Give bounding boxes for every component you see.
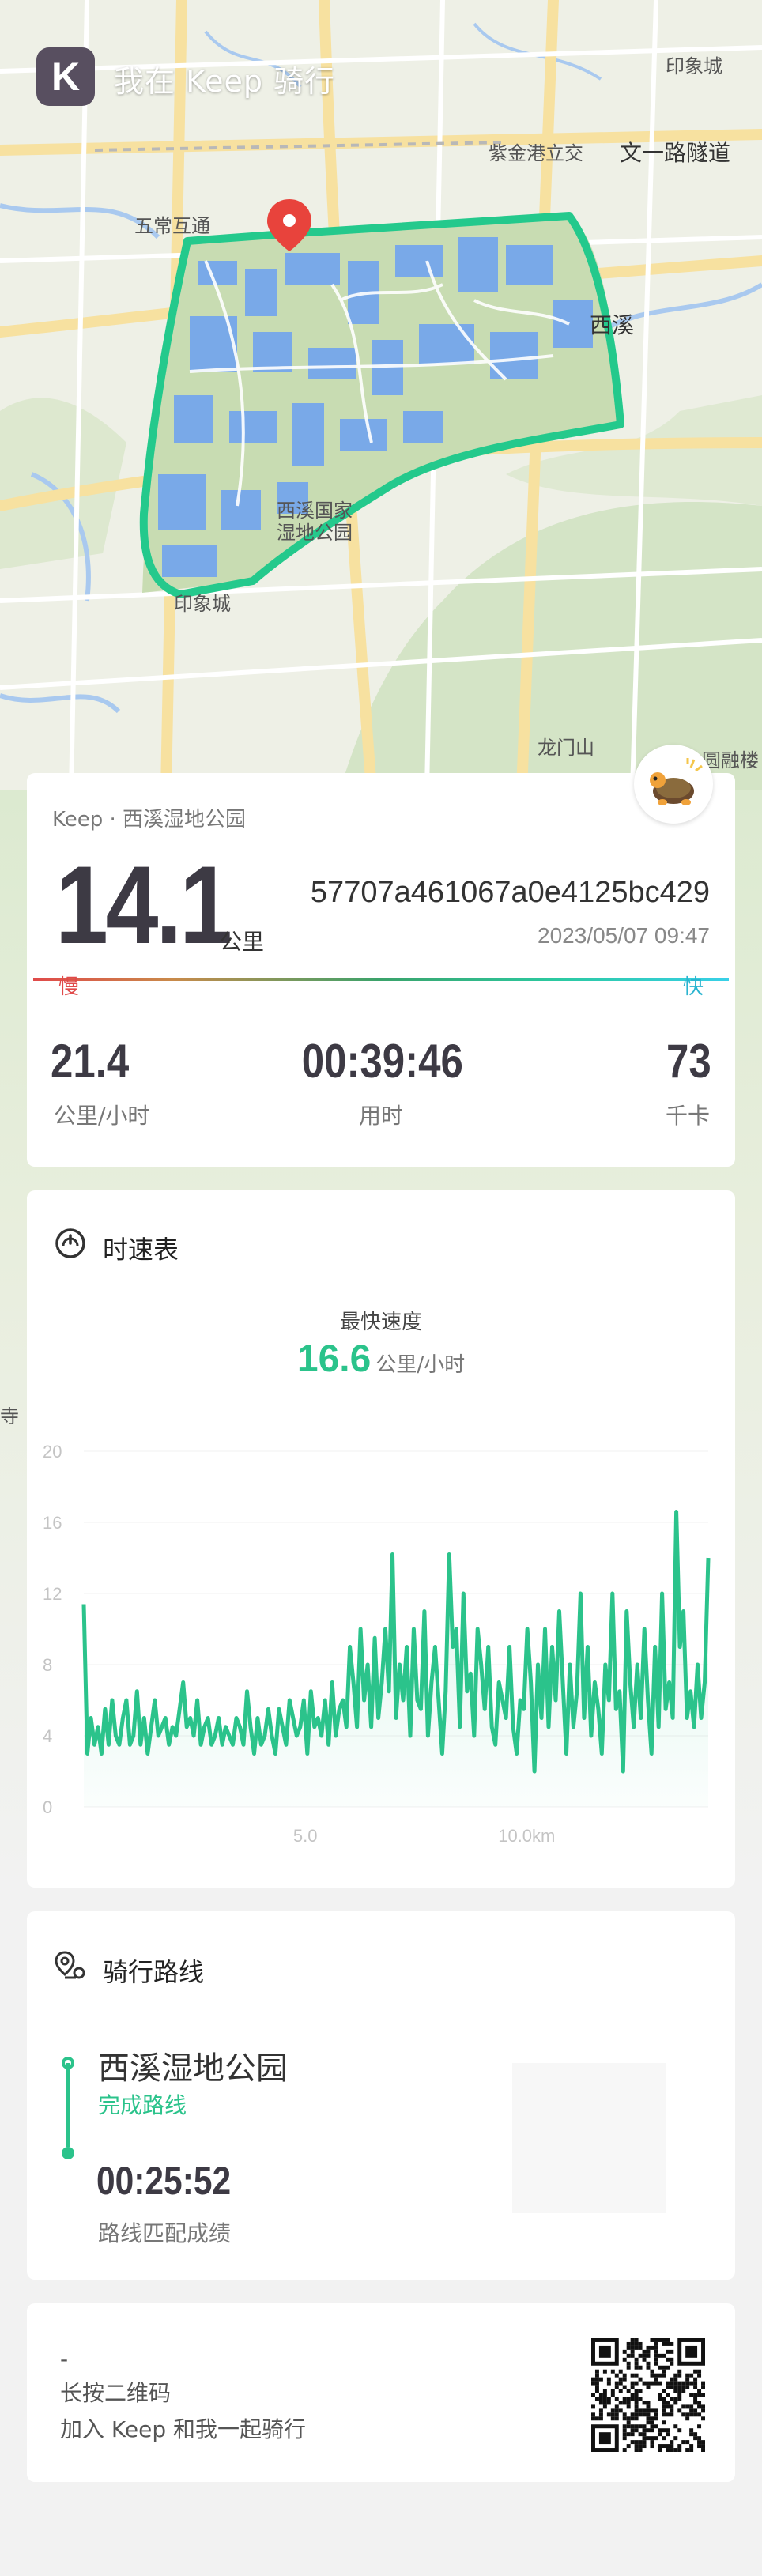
map-label-xixi: 西溪	[590, 312, 635, 338]
map-label-yinxiang: 印象城	[174, 593, 231, 615]
summary-card: Keep · 西溪湿地公园 14.1 公里 57707a461067a0e412…	[27, 745, 735, 1167]
turtle-mascot-icon	[634, 745, 713, 824]
speedometer-icon	[55, 1228, 85, 1258]
map-label-longmen: 龙门山	[538, 737, 594, 759]
avg-speed-label: 公里/小时	[54, 1103, 150, 1129]
speedometer-title: 时速表	[103, 1235, 179, 1265]
speed-gradient-bar	[33, 978, 729, 981]
map-label-wetland: 西溪国家 湿地公园	[277, 500, 353, 544]
route-card: 骑行路线 西溪湿地公园 完成路线 00:25:52 路线匹配成绩	[27, 1911, 735, 2280]
map-label-si: 寺	[0, 1405, 19, 1428]
max-speed-row: 16.6 公里/小时	[27, 1337, 735, 1381]
share-line-1: 长按二维码	[60, 2380, 172, 2406]
y-tick-label: 12	[43, 1584, 62, 1604]
route-time: 00:25:52	[96, 2159, 232, 2203]
y-tick-label: 8	[43, 1655, 52, 1675]
qr-code[interactable]	[591, 2338, 705, 2452]
max-speed-unit: 公里/小时	[375, 1353, 466, 1377]
app-title: 我在 Keep 骑行	[114, 64, 336, 99]
map-label-wuchang: 五常互通	[134, 215, 210, 237]
avg-speed-value: 21.4	[51, 1035, 130, 1088]
x-tick-label: 5.0	[293, 1826, 318, 1846]
fast-label: 快	[682, 975, 704, 999]
y-tick-label: 4	[43, 1726, 52, 1746]
map-label-wenyi-tunnel: 文一路隧道	[620, 140, 731, 166]
share-dash: -	[60, 2346, 69, 2372]
route-thumbnail[interactable]	[512, 2063, 666, 2213]
record-date: 2023/05/07 09:47	[538, 923, 710, 948]
route-name[interactable]: 西溪湿地公园	[98, 2042, 288, 2088]
duration-value: 00:39:46	[301, 1035, 463, 1088]
map-label-yinxiang-top: 印象城	[666, 55, 722, 77]
y-tick-label: 20	[43, 1442, 62, 1461]
y-tick-label: 16	[43, 1513, 62, 1533]
route-pin-icon	[55, 1951, 85, 1979]
share-line-2: 加入 Keep 和我一起骑行	[60, 2416, 306, 2442]
record-id: 57707a461067a0e4125bc429	[310, 876, 710, 909]
route-status: 完成路线	[98, 2092, 187, 2118]
duration-label: 用时	[358, 1103, 403, 1129]
share-card: - 长按二维码 加入 Keep 和我一起骑行	[27, 2303, 735, 2482]
max-speed-value: 16.6	[296, 1338, 372, 1380]
route-map: 印象城 紫金港立交 文一路隧道 五常互通 西溪 西溪国家 湿地公园 印象城 龙门…	[0, 0, 762, 790]
speedometer-card: 时速表 最快速度 16.6 公里/小时 0 4 8 12 16 20 5.0 10.0km	[27, 1190, 735, 1888]
calories-value: 73	[666, 1035, 711, 1088]
max-speed-label: 最快速度	[339, 1311, 422, 1334]
calories-label: 千卡	[665, 1103, 710, 1129]
map-canvas	[0, 0, 762, 790]
map-label-zijingang: 紫金港立交	[489, 142, 583, 164]
route-caption: 路线匹配成绩	[98, 2220, 232, 2246]
route-connector	[66, 2063, 70, 2147]
route-end-dot	[62, 2147, 74, 2159]
distance-value: 14.1	[55, 843, 232, 967]
slow-label: 慢	[58, 975, 80, 999]
y-tick-label: 0	[43, 1797, 52, 1817]
route-section-title: 骑行路线	[103, 1957, 205, 1987]
x-tick-label: 10.0km	[498, 1826, 555, 1846]
distance-unit: 公里	[220, 929, 265, 955]
activity-source: Keep · 西溪湿地公园	[52, 808, 247, 832]
speed-chart: 0 4 8 12 16 20 5.0 10.0km	[43, 1442, 711, 1846]
map-label-yuanrong: 圆融楼	[702, 749, 759, 771]
keep-logo: K	[36, 47, 95, 106]
